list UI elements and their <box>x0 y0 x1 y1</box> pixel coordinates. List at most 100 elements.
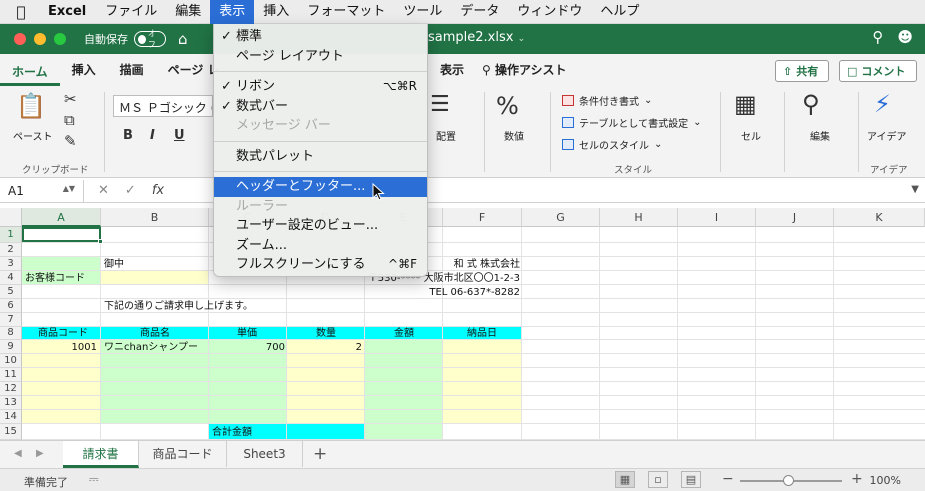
tab-insert[interactable]: 挿入 <box>60 54 108 86</box>
tab-home[interactable]: ホーム <box>0 58 60 86</box>
function-icon[interactable]: fx <box>152 183 164 198</box>
comment-button[interactable]: □ コメント <box>839 60 917 82</box>
menu-item-page-layout[interactable]: ページ レイアウト <box>214 47 427 67</box>
paste-icon[interactable]: 📋 <box>16 92 46 120</box>
zoom-in-button[interactable]: + <box>851 471 863 487</box>
editing-label[interactable]: 編集 <box>810 128 830 143</box>
sheet-tab-codes[interactable]: 商品コード <box>139 441 227 467</box>
underline-button[interactable]: U <box>174 128 185 143</box>
cells-icon[interactable]: ▦ <box>734 90 757 118</box>
italic-button[interactable]: I <box>150 128 155 143</box>
number-label[interactable]: 数値 <box>504 128 524 143</box>
chevron-down-icon[interactable]: ⌄ <box>518 34 526 44</box>
macro-record-icon[interactable]: ⎓ <box>89 472 99 487</box>
prev-sheet-icon[interactable]: ◀ <box>14 448 22 459</box>
zoom-window-button[interactable] <box>54 33 66 45</box>
search-icon[interactable]: ⚲ <box>872 28 883 46</box>
ideas-icon[interactable]: ⚡ <box>874 90 891 118</box>
normal-view-button[interactable]: ▦ <box>615 471 635 488</box>
menu-item-custom-views[interactable]: ユーザー設定のビュー... <box>214 216 427 236</box>
row-header-13[interactable]: 13 <box>0 396 22 410</box>
column-header-g[interactable]: G <box>522 208 600 227</box>
conditional-format-button[interactable]: 条件付き書式 ⌄ <box>562 93 652 108</box>
menu-app-name[interactable]: Excel <box>42 4 96 19</box>
name-box[interactable]: A1 ▲▼ <box>0 179 84 202</box>
next-sheet-icon[interactable]: ▶ <box>36 448 44 459</box>
zoom-slider-thumb[interactable] <box>783 475 794 486</box>
row-header-14[interactable]: 14 <box>0 410 22 424</box>
zoom-level[interactable]: 100% <box>870 474 901 487</box>
align-label[interactable]: 配置 <box>436 128 456 143</box>
add-sheet-button[interactable]: + <box>313 444 327 464</box>
cancel-icon[interactable]: ✕ <box>98 183 109 198</box>
column-header-a[interactable]: A <box>22 208 101 227</box>
menu-item-ribbon[interactable]: ✓ リボン ⌥⌘R <box>214 77 427 97</box>
menu-item-formula-bar[interactable]: ✓ 数式バー <box>214 97 427 117</box>
column-header-b[interactable]: B <box>101 208 209 227</box>
expand-formula-icon[interactable]: ▼ <box>911 184 919 195</box>
autosave-toggle[interactable]: オフ <box>134 29 166 49</box>
tab-draw[interactable]: 描画 <box>108 54 156 86</box>
row-header-9[interactable]: 9 <box>0 340 22 354</box>
sheet-tab-sheet3[interactable]: Sheet3 <box>227 441 303 467</box>
format-painter-icon[interactable]: ✎ <box>64 132 77 150</box>
worksheet-grid[interactable]: ABCDEFGHIJK 123456789101112131415 御中 お客様… <box>0 208 925 440</box>
copy-icon[interactable]: ⧉ <box>64 111 75 129</box>
menu-edit[interactable]: 編集 <box>166 0 210 24</box>
menu-window[interactable]: ウィンドウ <box>508 0 591 24</box>
find-icon[interactable]: ⚲ <box>802 90 820 118</box>
tab-view[interactable]: 表示 <box>428 54 476 86</box>
row-header-2[interactable]: 2 <box>0 243 22 257</box>
select-all-corner[interactable] <box>0 208 22 227</box>
column-header-f[interactable]: F <box>443 208 522 227</box>
menu-view[interactable]: 表示 <box>210 0 255 24</box>
cut-icon[interactable]: ✂ <box>64 90 77 108</box>
ideas-label[interactable]: アイデア <box>867 128 907 143</box>
sheet-tab-invoice[interactable]: 請求書 <box>63 441 139 468</box>
menu-item-fullscreen[interactable]: フルスクリーンにする ^⌘F <box>214 255 427 275</box>
row-header-15[interactable]: 15 <box>0 424 22 440</box>
page-layout-view-button[interactable]: ▫ <box>648 471 668 488</box>
menu-help[interactable]: ヘルプ <box>591 0 648 24</box>
row-header-11[interactable]: 11 <box>0 368 22 382</box>
menu-insert[interactable]: 挿入 <box>254 0 298 24</box>
page-break-view-button[interactable]: ▤ <box>681 471 701 488</box>
menu-tools[interactable]: ツール <box>394 0 451 24</box>
menu-data[interactable]: データ <box>451 0 508 24</box>
row-header-4[interactable]: 4 <box>0 271 22 285</box>
menu-item-normal[interactable]: ✓ 標準 <box>214 27 427 47</box>
cells-label[interactable]: セル <box>741 128 761 143</box>
bold-button[interactable]: B <box>123 128 133 143</box>
close-window-button[interactable] <box>14 33 26 45</box>
row-header-8[interactable]: 8 <box>0 327 22 340</box>
percent-icon[interactable]: % <box>496 92 519 120</box>
paste-label[interactable]: ペースト <box>13 128 53 143</box>
home-icon[interactable]: ⌂ <box>178 30 188 48</box>
align-icon[interactable]: ☰ <box>430 92 450 117</box>
column-header-h[interactable]: H <box>600 208 678 227</box>
menu-format[interactable]: フォーマット <box>298 0 394 24</box>
row-header-1[interactable]: 1 <box>0 227 22 243</box>
fill-handle[interactable] <box>98 239 103 244</box>
row-header-6[interactable]: 6 <box>0 299 22 313</box>
account-icon[interactable]: ☻ <box>897 28 913 46</box>
column-header-j[interactable]: J <box>756 208 834 227</box>
apple-icon[interactable]:  <box>0 3 42 21</box>
minimize-window-button[interactable] <box>34 33 46 45</box>
row-header-7[interactable]: 7 <box>0 313 22 327</box>
column-header-k[interactable]: K <box>834 208 925 227</box>
cell-style-button[interactable]: セルのスタイル ⌄ <box>562 137 662 152</box>
active-cell-a1[interactable] <box>22 227 103 244</box>
menu-item-zoom[interactable]: ズーム... <box>214 236 427 256</box>
row-header-12[interactable]: 12 <box>0 382 22 396</box>
tab-assist[interactable]: ⚲ 操作アシスト <box>470 54 579 86</box>
column-header-i[interactable]: I <box>678 208 756 227</box>
font-name-select[interactable]: ＭＳ Ｐゴシック (本 <box>113 95 213 117</box>
table-format-button[interactable]: テーブルとして書式設定 ⌄ <box>562 115 702 130</box>
row-header-3[interactable]: 3 <box>0 257 22 271</box>
zoom-out-button[interactable]: − <box>722 471 734 487</box>
menu-file[interactable]: ファイル <box>96 0 166 24</box>
stepper-icon[interactable]: ▲▼ <box>63 184 75 198</box>
share-button[interactable]: ⇧ 共有 <box>775 60 829 82</box>
row-header-10[interactable]: 10 <box>0 354 22 368</box>
